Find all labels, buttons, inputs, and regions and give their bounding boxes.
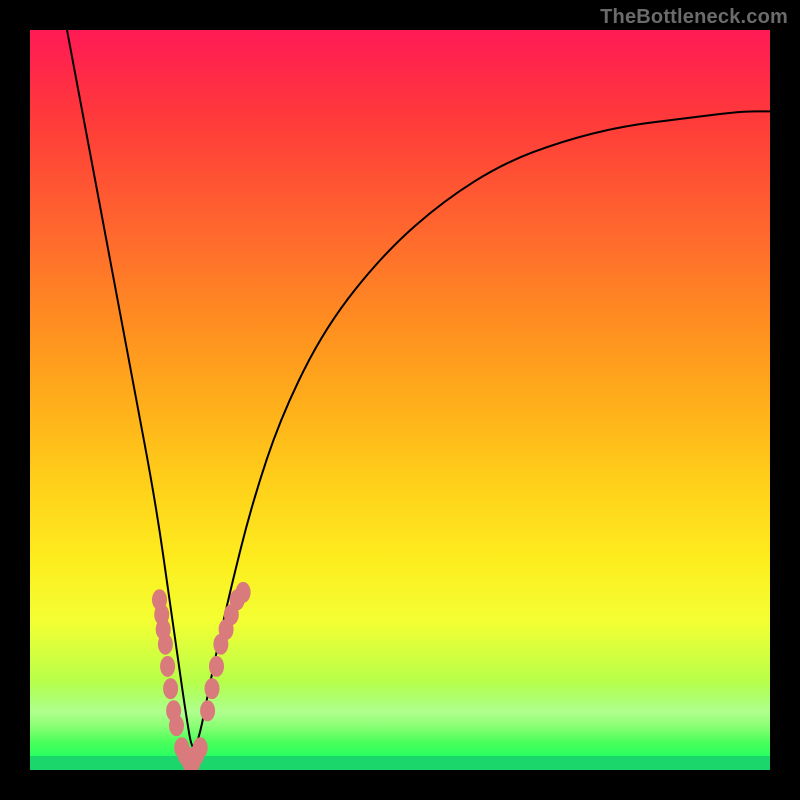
plot-area (30, 30, 770, 770)
scatter-dot (170, 716, 184, 736)
scatter-dot (161, 656, 175, 676)
scatter-dot (210, 656, 224, 676)
scatter-dot (193, 738, 207, 758)
scatter-dot (164, 679, 178, 699)
scatter-dot (205, 679, 219, 699)
bottleneck-curve (67, 30, 770, 748)
chart-svg (30, 30, 770, 770)
scatter-dot (158, 634, 172, 654)
scatter-dot (236, 582, 250, 602)
scatter-dot (201, 701, 215, 721)
watermark-text: TheBottleneck.com (600, 6, 788, 29)
chart-frame: TheBottleneck.com (0, 0, 800, 800)
scatter-dots (153, 582, 251, 770)
